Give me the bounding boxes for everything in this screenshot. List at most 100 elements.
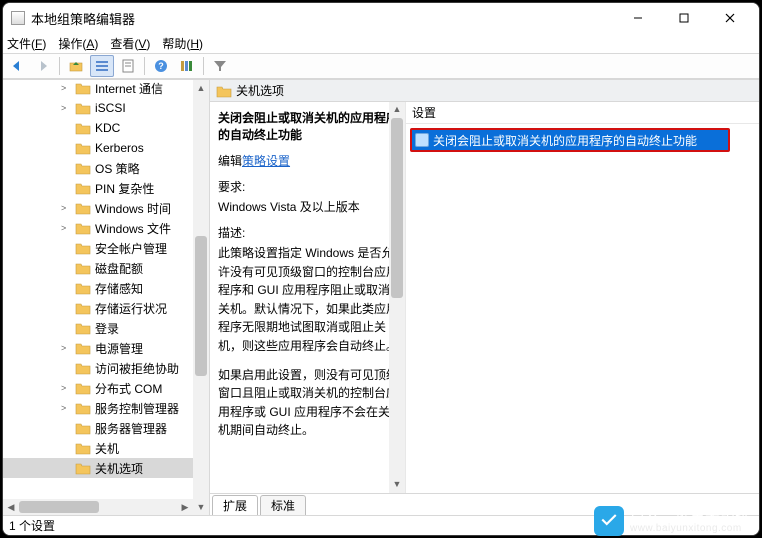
requirements-body: Windows Vista 及以上版本	[218, 198, 399, 217]
tree-item[interactable]: > iSCSI	[3, 98, 209, 118]
chevron-icon[interactable]: >	[61, 343, 73, 353]
tree-item-label: 服务器管理器	[95, 420, 167, 437]
back-button[interactable]	[5, 55, 29, 77]
setting-title: 关闭会阻止或取消关机的应用程序的自动终止功能	[218, 110, 399, 144]
menu-file[interactable]: 文件(F)	[7, 35, 46, 52]
tab-extended[interactable]: 扩展	[212, 495, 258, 515]
tree-item[interactable]: PIN 复杂性	[3, 178, 209, 198]
tree-item-label: Internet 通信	[95, 80, 163, 97]
tree-item-label: 电源管理	[95, 340, 143, 357]
minimize-button[interactable]	[615, 4, 661, 32]
tab-standard[interactable]: 标准	[260, 495, 306, 515]
titlebar: 本地组策略编辑器	[3, 3, 759, 33]
tree-item[interactable]: Kerberos	[3, 138, 209, 158]
policy-settings-link[interactable]: 策略设置	[242, 154, 290, 168]
tree-item[interactable]: 关机选项	[3, 458, 209, 478]
scroll-down-icon[interactable]: ▼	[193, 499, 209, 515]
description-pane: 关闭会阻止或取消关机的应用程序的自动终止功能 编辑策略设置 要求: Window…	[210, 102, 405, 493]
gpedit-window: 本地组策略编辑器 文件(F) 操作(A) 查看(V) 帮助(H)	[2, 2, 760, 536]
tree-item[interactable]: 登录	[3, 318, 209, 338]
setting-row[interactable]: 关闭会阻止或取消关机的应用程序的自动终止功能	[412, 130, 728, 150]
chevron-icon[interactable]: >	[61, 103, 73, 113]
tree-hscrollbar[interactable]: ◀ ▶	[3, 499, 193, 515]
tree-item[interactable]: 访问被拒绝协助	[3, 358, 209, 378]
scroll-thumb[interactable]	[195, 236, 207, 376]
maximize-button[interactable]	[661, 4, 707, 32]
tree-item[interactable]: >Windows 时间	[3, 198, 209, 218]
chevron-icon[interactable]: >	[61, 403, 73, 413]
content-header-label: 关机选项	[236, 82, 284, 99]
options-button[interactable]	[175, 55, 199, 77]
settings-list[interactable]: 关闭会阻止或取消关机的应用程序的自动终止功能	[406, 124, 759, 493]
description-p1: 此策略设置指定 Windows 是否允许没有可见顶级窗口的控制台应用程序和 GU…	[218, 244, 399, 356]
chevron-icon[interactable]: >	[61, 83, 73, 93]
tree-item[interactable]: > 分布式 COM	[3, 378, 209, 398]
tree-item[interactable]: 存储运行状况	[3, 298, 209, 318]
scroll-left-icon[interactable]: ◀	[3, 499, 19, 515]
setting-icon	[415, 133, 429, 147]
main-area: > Internet 通信 > iSCSI KDC Kerberos OS 策略 PIN 复杂…	[3, 79, 759, 515]
requirements-header: 要求:	[218, 178, 399, 197]
tree-item[interactable]: > 电源管理	[3, 338, 209, 358]
tree-item[interactable]: > Windows 文件	[3, 218, 209, 238]
scroll-thumb[interactable]	[19, 501, 99, 513]
help-button[interactable]: ?	[149, 55, 173, 77]
properties-button[interactable]	[116, 55, 140, 77]
desc-vscrollbar[interactable]: ▲ ▼	[389, 102, 405, 493]
chevron-icon[interactable]: >	[61, 383, 73, 393]
scroll-up-icon[interactable]: ▲	[389, 102, 405, 118]
tree-item[interactable]: > Internet 通信	[3, 80, 209, 98]
tree-vscrollbar[interactable]: ▲ ▼	[193, 80, 209, 515]
tree-item-label: Windows 文件	[95, 220, 171, 237]
toolbar: ?	[3, 53, 759, 79]
col-setting-label: 设置	[412, 104, 436, 121]
tree-item-label: 存储运行状况	[95, 300, 167, 317]
menubar: 文件(F) 操作(A) 查看(V) 帮助(H)	[3, 33, 759, 53]
scroll-down-icon[interactable]: ▼	[389, 477, 405, 493]
menu-view[interactable]: 查看(V)	[110, 35, 150, 52]
chevron-icon[interactable]: >	[61, 203, 73, 213]
tree-item[interactable]: 存储感知	[3, 278, 209, 298]
menu-action[interactable]: 操作(A)	[58, 35, 98, 52]
tree[interactable]: > Internet 通信 > iSCSI KDC Kerberos OS 策略 PIN 复杂…	[3, 80, 209, 480]
tree-item-label: OS 策略	[95, 160, 140, 177]
settings-list-pane: 设置 关闭会阻止或取消关机的应用程序的自动终止功能	[405, 102, 759, 493]
content-tabs: 扩展 标准	[210, 493, 759, 515]
tree-item[interactable]: 关机	[3, 438, 209, 458]
tree-item-label: 分布式 COM	[95, 380, 162, 397]
tree-pane: > Internet 通信 > iSCSI KDC Kerberos OS 策略 PIN 复杂…	[3, 80, 210, 515]
scroll-up-icon[interactable]: ▲	[193, 80, 209, 96]
tree-item[interactable]: 安全帐户管理	[3, 238, 209, 258]
scroll-thumb[interactable]	[391, 118, 403, 298]
tree-item-label: Kerberos	[95, 141, 144, 155]
window-title: 本地组策略编辑器	[31, 9, 135, 28]
tree-item-label: 服务控制管理器	[95, 400, 179, 417]
content-pane: 关机选项 关闭会阻止或取消关机的应用程序的自动终止功能 编辑策略设置 要求: W…	[210, 80, 759, 515]
folder-up-button[interactable]	[64, 55, 88, 77]
tree-item-label: 访问被拒绝协助	[95, 360, 179, 377]
tree-item-label: 登录	[95, 320, 119, 337]
scroll-right-icon[interactable]: ▶	[177, 499, 193, 515]
tree-item[interactable]: 服务器管理器	[3, 418, 209, 438]
details-view-button[interactable]	[90, 55, 114, 77]
tree-item-label: 磁盘配额	[95, 260, 143, 277]
description-p2: 如果启用此设置，则没有可见顶级窗口且阻止或取消关机的控制台应用程序或 GUI 应…	[218, 366, 399, 440]
chevron-icon[interactable]: >	[61, 223, 73, 233]
tree-item-label: PIN 复杂性	[95, 180, 154, 197]
tree-item-label: 关机	[95, 440, 119, 457]
tree-item[interactable]: 磁盘配额	[3, 258, 209, 278]
tree-item[interactable]: KDC	[3, 118, 209, 138]
content-header: 关机选项	[210, 80, 759, 102]
tree-item[interactable]: OS 策略	[3, 158, 209, 178]
settings-column-header[interactable]: 设置	[406, 102, 759, 124]
tree-item-label: 安全帐户管理	[95, 240, 167, 257]
menu-help[interactable]: 帮助(H)	[162, 35, 203, 52]
close-button[interactable]	[707, 4, 753, 32]
statusbar: 1 个设置	[3, 515, 759, 535]
forward-button[interactable]	[31, 55, 55, 77]
filter-button[interactable]	[208, 55, 232, 77]
tree-item-label: iSCSI	[95, 101, 126, 115]
tree-item[interactable]: > 服务控制管理器	[3, 398, 209, 418]
tree-item-label: 关机选项	[95, 460, 143, 477]
app-icon	[11, 11, 25, 25]
